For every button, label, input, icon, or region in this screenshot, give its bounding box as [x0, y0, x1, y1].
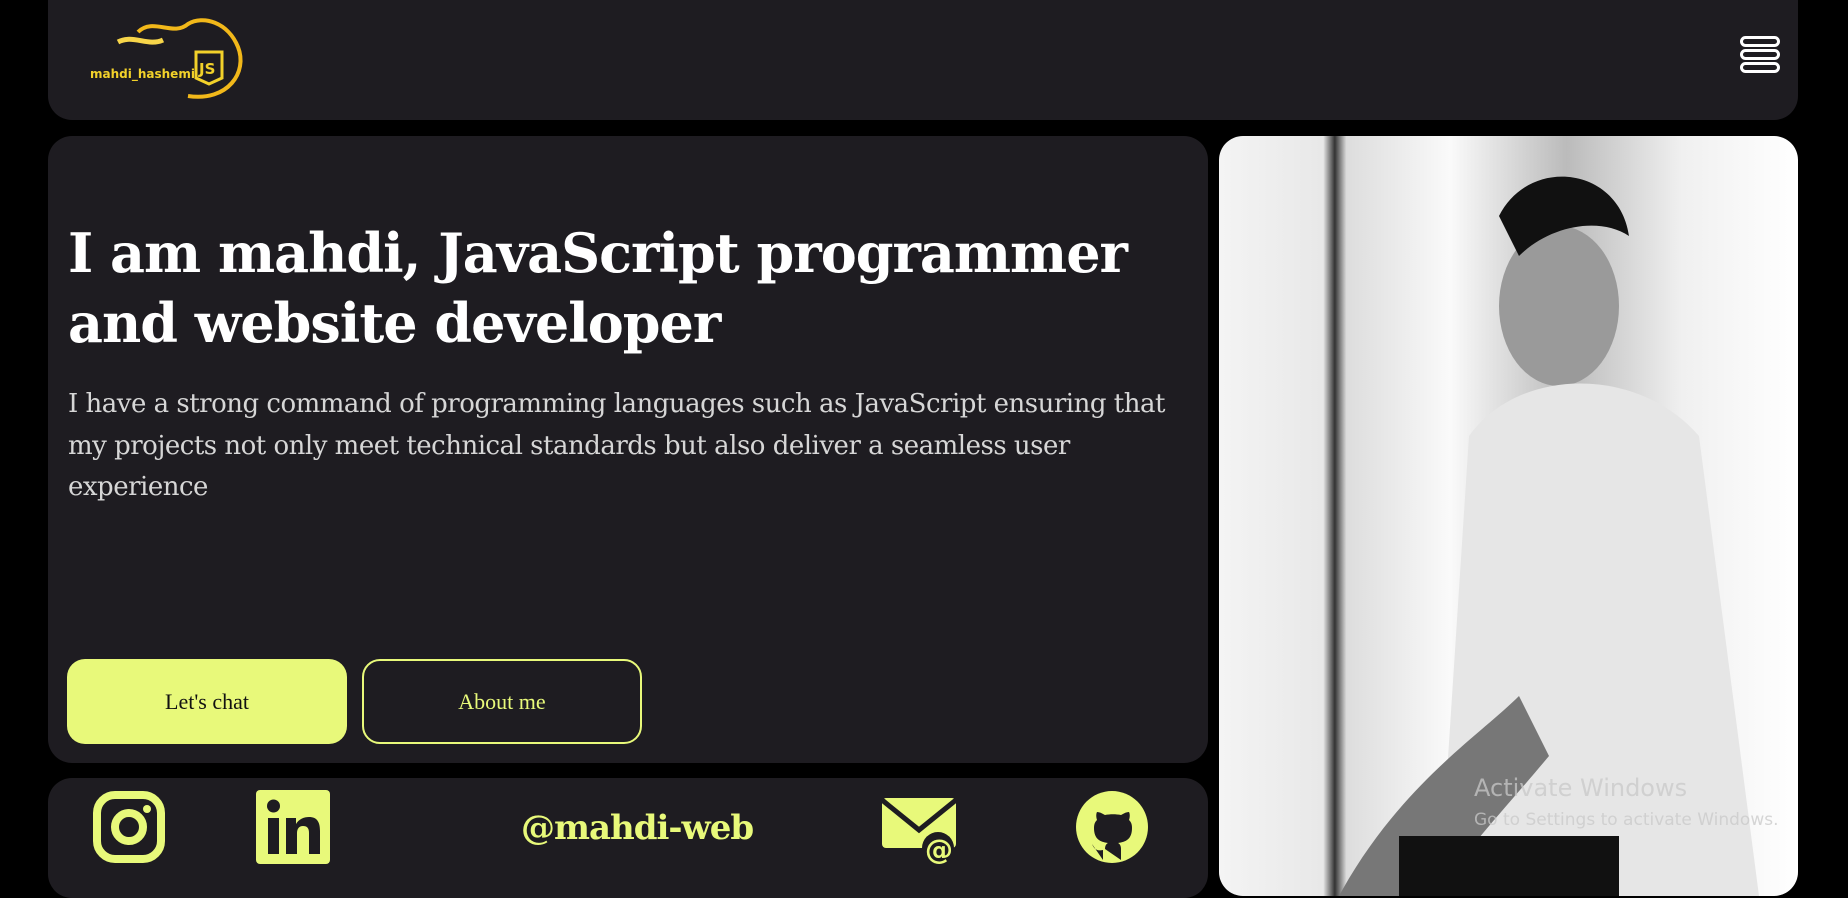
instagram-icon[interactable] — [92, 790, 166, 864]
logo[interactable]: JS mahdi_hashemi — [78, 12, 278, 108]
hero-title: I am mahdi, JavaScript programmer and we… — [68, 221, 1128, 356]
hamburger-icon[interactable] — [1740, 36, 1780, 78]
email-icon[interactable]: @ — [882, 790, 956, 864]
svg-text:@: @ — [925, 833, 953, 864]
github-icon[interactable] — [1075, 790, 1149, 864]
activate-windows-watermark: Activate Windows Go to Settings to activ… — [1474, 774, 1779, 830]
linkedin-icon[interactable] — [256, 790, 330, 864]
hero-card: I am mahdi, JavaScript programmer and we… — [48, 136, 1208, 763]
watermark-line1: Activate Windows — [1474, 774, 1688, 802]
logo-ornament-icon: JS — [116, 18, 243, 99]
lets-chat-button[interactable]: Let's chat — [67, 659, 347, 744]
social-handle[interactable]: @mahdi-web — [521, 808, 754, 848]
svg-text:JS: JS — [198, 60, 215, 78]
logo-text: mahdi_hashemi — [90, 67, 195, 81]
social-bar: @mahdi-web @ — [48, 778, 1208, 898]
about-me-button[interactable]: About me — [362, 659, 642, 744]
watermark-line2: Go to Settings to activate Windows. — [1474, 810, 1779, 830]
hero-description: I have a strong command of programming l… — [68, 389, 1165, 503]
header: JS mahdi_hashemi — [48, 0, 1798, 120]
